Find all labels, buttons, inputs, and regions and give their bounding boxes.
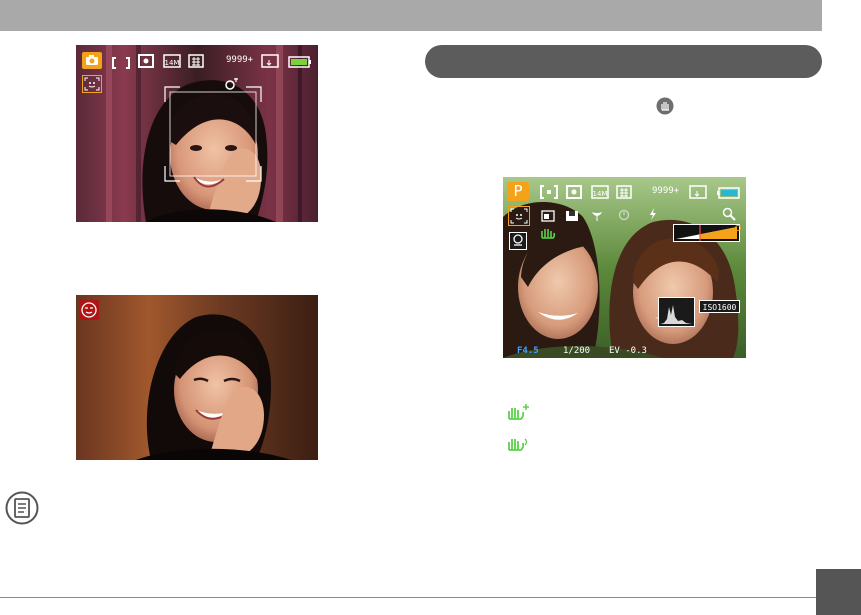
af-area-icon <box>540 184 558 199</box>
face-frame <box>164 86 262 182</box>
camera-mode-icon <box>82 52 102 69</box>
aperture-readout: F4.5 <box>517 346 539 356</box>
photo-3-image <box>503 177 746 358</box>
photo-face-detection: 14M 9999+ <box>76 45 318 222</box>
face-detect-icon <box>508 206 530 226</box>
note-icon <box>5 491 39 525</box>
ev-readout: EV -0.3 <box>609 346 647 356</box>
quality-icon <box>616 184 632 199</box>
header-bar <box>0 0 822 31</box>
section-heading-pill <box>425 45 822 78</box>
continuous-icon <box>509 232 527 250</box>
quality-icon <box>188 53 204 68</box>
histogram <box>658 297 695 327</box>
macro-icon <box>591 207 603 221</box>
white-balance-icon <box>541 207 555 222</box>
resolution-label: 14M <box>165 59 180 67</box>
shutter-readout: 1/200 <box>563 346 591 356</box>
page-number-tab <box>816 569 861 615</box>
self-timer-icon <box>618 206 630 221</box>
zoom-bar <box>673 224 743 243</box>
exposure-icon <box>565 207 579 221</box>
resolution-14m-icon: 14M <box>591 184 609 199</box>
battery-icon <box>288 53 312 68</box>
shots-remaining: 9999+ <box>652 186 680 196</box>
photo-2-image <box>76 295 318 460</box>
card-icon <box>689 184 707 199</box>
mode-badge: P <box>507 182 529 201</box>
photo-program-mode: P 14M 9999+ ISO1600 F4.5 1/200 EV -0.3 <box>503 177 746 358</box>
metering-icon <box>566 184 582 199</box>
card-icon <box>261 53 279 68</box>
af-area-icon <box>112 54 130 69</box>
zoom-icon <box>722 206 736 221</box>
shots-remaining: 9999+ <box>226 55 254 65</box>
resolution-14m-icon: 14M <box>163 53 181 68</box>
metering-icon <box>138 53 154 68</box>
photo-blink-detection <box>76 295 318 460</box>
blink-detect-icon <box>79 300 99 320</box>
resolution-label: 14M <box>593 190 608 198</box>
hand-shake-icon <box>505 433 531 453</box>
stabilizer-icon <box>539 225 557 239</box>
footer-rule <box>0 597 816 598</box>
face-detect-icon <box>82 75 102 93</box>
flash-icon <box>648 206 658 220</box>
battery-icon <box>716 184 740 199</box>
hand-shake-plus-icon <box>505 402 531 422</box>
iso-badge: ISO1600 <box>699 300 740 313</box>
stabilizer-round-icon <box>656 97 674 115</box>
